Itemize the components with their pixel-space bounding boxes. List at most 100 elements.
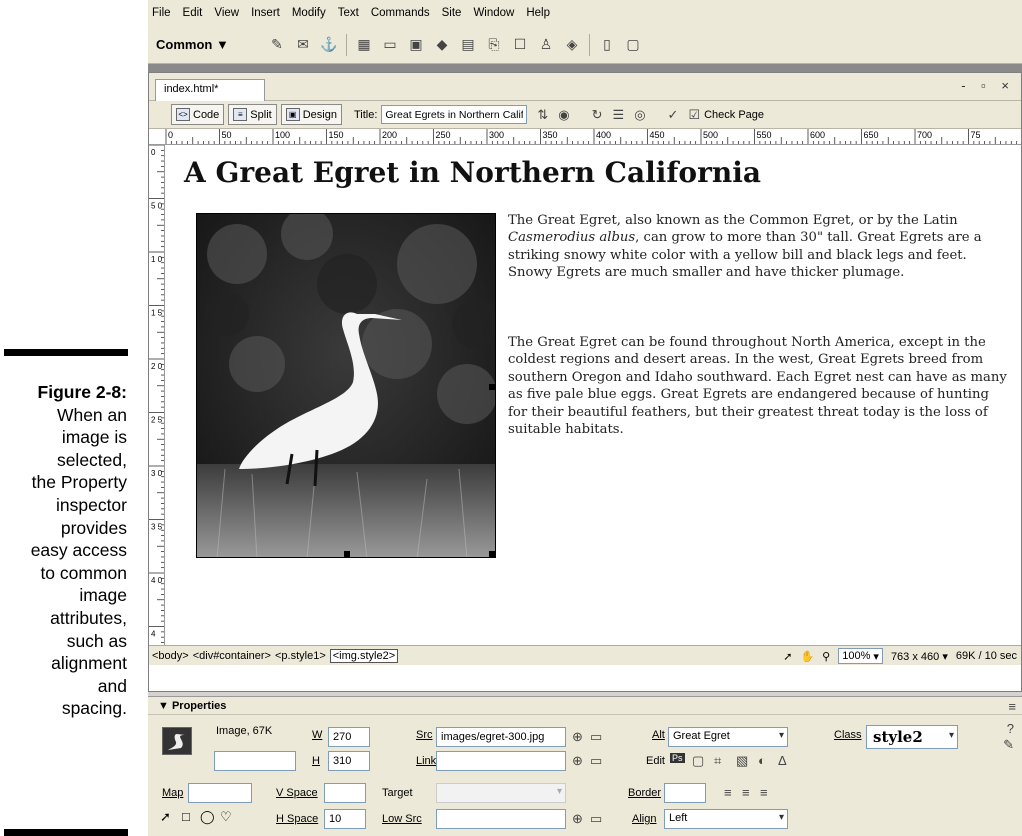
menu-item-window[interactable]: Window	[473, 7, 514, 19]
zoom-tool-icon[interactable]: ⚲	[822, 650, 830, 663]
paragraph-1[interactable]: The Great Egret, also known as the Commo…	[508, 212, 1008, 282]
src-label: Src	[416, 729, 433, 741]
document-tab[interactable]: index.html*	[155, 79, 265, 101]
resize-handle-bottom[interactable]	[344, 551, 350, 557]
tag-p-style1[interactable]: <p.style1>	[275, 650, 326, 662]
point-to-file-icon[interactable]: ⊕	[572, 729, 583, 745]
templates-icon[interactable]: ▯	[598, 36, 616, 54]
menu-item-view[interactable]: View	[214, 7, 239, 19]
preview-browser-icon[interactable]: ◉	[558, 107, 569, 123]
tag-img-style2[interactable]: <img.style2>	[329, 648, 399, 663]
check-page-icon[interactable]: ☑	[688, 107, 700, 123]
link-point-to-file-icon[interactable]: ⊕	[572, 753, 583, 769]
link-field[interactable]	[436, 751, 566, 771]
code-view-button[interactable]: <> Code	[171, 104, 225, 125]
align-center-icon[interactable]: ≡	[742, 785, 750, 800]
media-icon[interactable]: ◆	[433, 36, 451, 54]
crop-icon[interactable]: ⌗	[714, 753, 721, 769]
menu-item-modify[interactable]: Modify	[292, 7, 326, 19]
target-select[interactable]: ▾	[436, 783, 566, 803]
file-management-icon[interactable]: ⇅	[537, 107, 548, 123]
pointer-hotspot-icon[interactable]: ➚	[160, 809, 171, 825]
image-name-field[interactable]	[214, 751, 296, 771]
menu-item-text[interactable]: Text	[338, 7, 359, 19]
rect-hotspot-icon[interactable]: □	[182, 809, 190, 824]
design-view-button[interactable]: ▣ Design	[280, 104, 342, 125]
quick-tag-editor-icon[interactable]: ✎	[1003, 737, 1014, 753]
hyperlink-icon[interactable]: ✎	[268, 36, 286, 54]
dreamweaver-window: File Edit View Insert Modify Text Commands Site…	[148, 0, 1022, 836]
page-title-input[interactable]	[381, 105, 528, 124]
map-field[interactable]	[188, 783, 252, 803]
lowsrc-point-to-file-icon[interactable]: ⊕	[572, 811, 583, 827]
menu-item-help[interactable]: Help	[526, 7, 550, 19]
resample-icon[interactable]: ▧	[736, 753, 748, 769]
ruler-label: 1 5 0	[151, 309, 165, 318]
help-icon[interactable]: ?	[1007, 721, 1014, 736]
panel-options-icon[interactable]: ≡	[1008, 699, 1016, 714]
check-page-button[interactable]: Check Page	[704, 109, 764, 121]
select-tool-icon[interactable]: ➚	[783, 650, 792, 663]
brightness-icon[interactable]: ◐	[758, 753, 766, 768]
vspace-field[interactable]	[324, 783, 366, 803]
split-view-button[interactable]: ≡ Split	[228, 104, 277, 125]
comment-icon[interactable]: ☐	[511, 36, 529, 54]
link-browse-folder-icon[interactable]: ▭	[590, 753, 602, 769]
window-size-select[interactable]: 763 x 460 ▾	[891, 650, 948, 663]
browse-folder-icon[interactable]: ▭	[590, 729, 602, 745]
validate-markup-icon[interactable]: ✓	[668, 107, 679, 123]
script-icon[interactable]: ◈	[563, 36, 581, 54]
align-left-icon[interactable]: ≡	[724, 785, 732, 800]
server-include-icon[interactable]: ⎘	[485, 36, 503, 54]
hand-tool-icon[interactable]: ✋	[800, 650, 814, 663]
table-icon[interactable]: ▦	[355, 36, 373, 54]
menu-item-edit[interactable]: Edit	[183, 7, 203, 19]
width-field[interactable]	[328, 727, 370, 747]
properties-header[interactable]: ▼ Properties	[148, 697, 1022, 715]
tag-div-container[interactable]: <div#container>	[193, 650, 271, 662]
border-field[interactable]	[664, 783, 706, 803]
view-options-icon[interactable]: ☰	[613, 107, 625, 123]
date-icon[interactable]: ▤	[459, 36, 477, 54]
alt-select[interactable]: Great Egret ▾	[668, 727, 788, 747]
insert-category-dropdown[interactable]: Common ▼	[156, 37, 236, 52]
page-heading[interactable]: A Great Egret in Northern California	[184, 156, 761, 189]
optimize-icon[interactable]: ▢	[692, 753, 704, 769]
caption-line: image is	[61, 427, 127, 448]
egret-image[interactable]	[196, 213, 496, 558]
ruler-label: 150	[329, 130, 344, 140]
layer-icon[interactable]: ▭	[381, 36, 399, 54]
window-controls[interactable]: - ▫ ×	[961, 78, 1015, 93]
lowsrc-browse-folder-icon[interactable]: ▭	[590, 811, 602, 827]
resize-handle-corner[interactable]	[489, 551, 495, 557]
height-field[interactable]	[328, 751, 370, 771]
oval-hotspot-icon[interactable]: ◯	[200, 809, 215, 825]
ruler-label: 400	[596, 130, 611, 140]
visual-aids-icon[interactable]: ◎	[634, 107, 645, 123]
caption-line: spacing.	[61, 698, 127, 719]
ruler-label: 700	[917, 130, 932, 140]
image-icon[interactable]: ▣	[407, 36, 425, 54]
lowsrc-field[interactable]	[436, 809, 566, 829]
class-select[interactable]: style2 ▾	[866, 725, 958, 749]
zoom-select[interactable]: 100% ▾	[838, 648, 883, 664]
src-field[interactable]	[436, 727, 566, 747]
hspace-field[interactable]	[324, 809, 366, 829]
align-right-icon[interactable]: ≡	[760, 785, 768, 800]
email-link-icon[interactable]: ✉	[294, 36, 312, 54]
menu-item-commands[interactable]: Commands	[371, 7, 430, 19]
resize-handle-right[interactable]	[489, 384, 495, 390]
paragraph-2[interactable]: The Great Egret can be found throughout …	[508, 334, 1008, 438]
polygon-hotspot-icon[interactable]: ♡	[220, 809, 232, 825]
head-icon[interactable]: ♙	[537, 36, 555, 54]
tag-body[interactable]: <body>	[152, 650, 189, 662]
tag-chooser-icon[interactable]: ▢	[624, 36, 642, 54]
align-select[interactable]: Left ▾	[664, 809, 788, 829]
refresh-icon[interactable]: ↻	[592, 107, 603, 123]
menu-item-site[interactable]: Site	[442, 7, 462, 19]
menu-item-insert[interactable]: Insert	[251, 7, 280, 19]
named-anchor-icon[interactable]: ⚓	[320, 36, 338, 54]
menu-item-file[interactable]: File	[152, 7, 171, 19]
edit-photoshop-icon[interactable]: Ps	[670, 753, 685, 763]
sharpen-icon[interactable]: Δ	[778, 753, 787, 768]
